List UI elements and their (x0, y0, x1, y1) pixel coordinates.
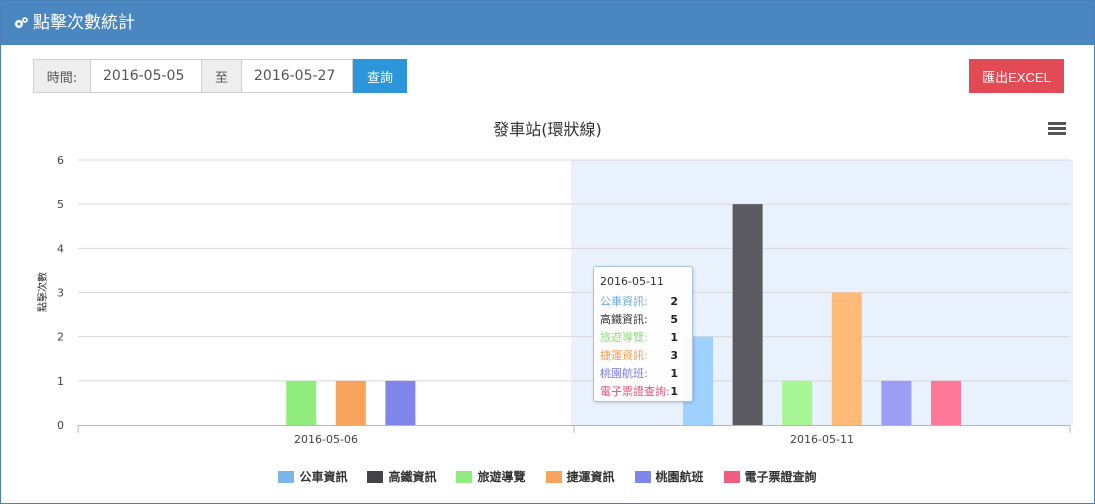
tooltip-series-label: 旅遊導覽: (600, 331, 648, 344)
tooltip-series-label: 電子票證查詢: (600, 385, 670, 398)
tooltip-series-label: 捷運資訊: (600, 349, 648, 362)
bar[interactable] (831, 292, 862, 426)
bar-chart: 0 1 2 3 4 5 6 2016-05-06 2016-05-11 點擊次數 (36, 154, 1073, 446)
tooltip-row: 旅遊導覽: 1 (600, 329, 686, 347)
bar[interactable] (286, 380, 317, 425)
y-tick-label: 4 (57, 242, 64, 255)
y-tick-label: 0 (57, 419, 64, 432)
legend-item[interactable]: 電子票證查詢 (723, 468, 817, 485)
bar[interactable] (732, 204, 763, 425)
legend-label: 桃園航班 (655, 470, 704, 484)
tooltip-series-value: 3 (670, 349, 678, 362)
tooltip-row: 桃園航班: 1 (600, 365, 686, 383)
bar[interactable] (931, 380, 961, 425)
y-tick-label: 2 (57, 331, 64, 344)
tooltip-row: 捷運資訊: 3 (600, 347, 686, 365)
y-tick-label: 3 (57, 287, 64, 300)
bar[interactable] (335, 380, 366, 425)
tooltip-row: 電子票證查詢: 1 (600, 383, 686, 401)
legend-item[interactable]: 旅遊導覽 (456, 468, 526, 485)
y-tick-label: 6 (57, 154, 64, 167)
legend-swatch (278, 470, 295, 483)
y-tick-label: 1 (57, 375, 64, 388)
tooltip-series-value: 1 (670, 385, 678, 398)
tooltip-series-label: 高鐵資訊: (600, 313, 648, 326)
tooltip-date: 2016-05-11 (600, 275, 664, 288)
legend-swatch (545, 470, 562, 483)
tooltip-row: 高鐵資訊: 5 (600, 311, 686, 329)
tooltip-series-value: 1 (670, 367, 678, 380)
chart-legend: 公車資訊 高鐵資訊 旅遊導覽 捷運資訊 桃園航班 電子票證查詢 (0, 468, 1095, 485)
legend-item[interactable]: 捷運資訊 (545, 468, 615, 485)
legend-swatch (634, 470, 651, 483)
legend-swatch (456, 470, 473, 483)
y-axis-label: 點擊次數 (36, 272, 49, 312)
legend-label: 旅遊導覽 (477, 470, 526, 484)
tooltip-series-value: 1 (670, 331, 678, 344)
legend-swatch (723, 470, 740, 483)
tooltip-series-value: 2 (670, 295, 678, 308)
legend-item[interactable]: 高鐵資訊 (367, 468, 436, 485)
tooltip-series-label: 公車資訊: (600, 295, 648, 308)
bar[interactable] (385, 380, 416, 425)
legend-item[interactable]: 桃園航班 (634, 468, 704, 485)
legend-swatch (367, 470, 384, 483)
legend-label: 公車資訊 (299, 470, 348, 484)
chart-tooltip: 2016-05-11 公車資訊: 2 高鐵資訊: 5 旅遊導覽: 1 捷運資訊: 3 桃園航班:… (593, 266, 693, 402)
tooltip-series-label: 桃園航班: (600, 367, 648, 380)
bar[interactable] (881, 380, 912, 425)
tooltip-series-value: 5 (670, 313, 678, 326)
legend-label: 高鐵資訊 (388, 470, 437, 484)
x-tick-label: 2016-05-11 (790, 433, 854, 446)
legend-label: 電子票證查詢 (744, 470, 817, 484)
bar[interactable] (782, 380, 813, 425)
x-tick-label: 2016-05-06 (294, 433, 358, 446)
y-tick-label: 5 (57, 198, 64, 211)
legend-item[interactable]: 公車資訊 (278, 468, 347, 485)
legend-label: 捷運資訊 (566, 470, 615, 484)
tooltip-row: 公車資訊: 2 (600, 293, 686, 311)
